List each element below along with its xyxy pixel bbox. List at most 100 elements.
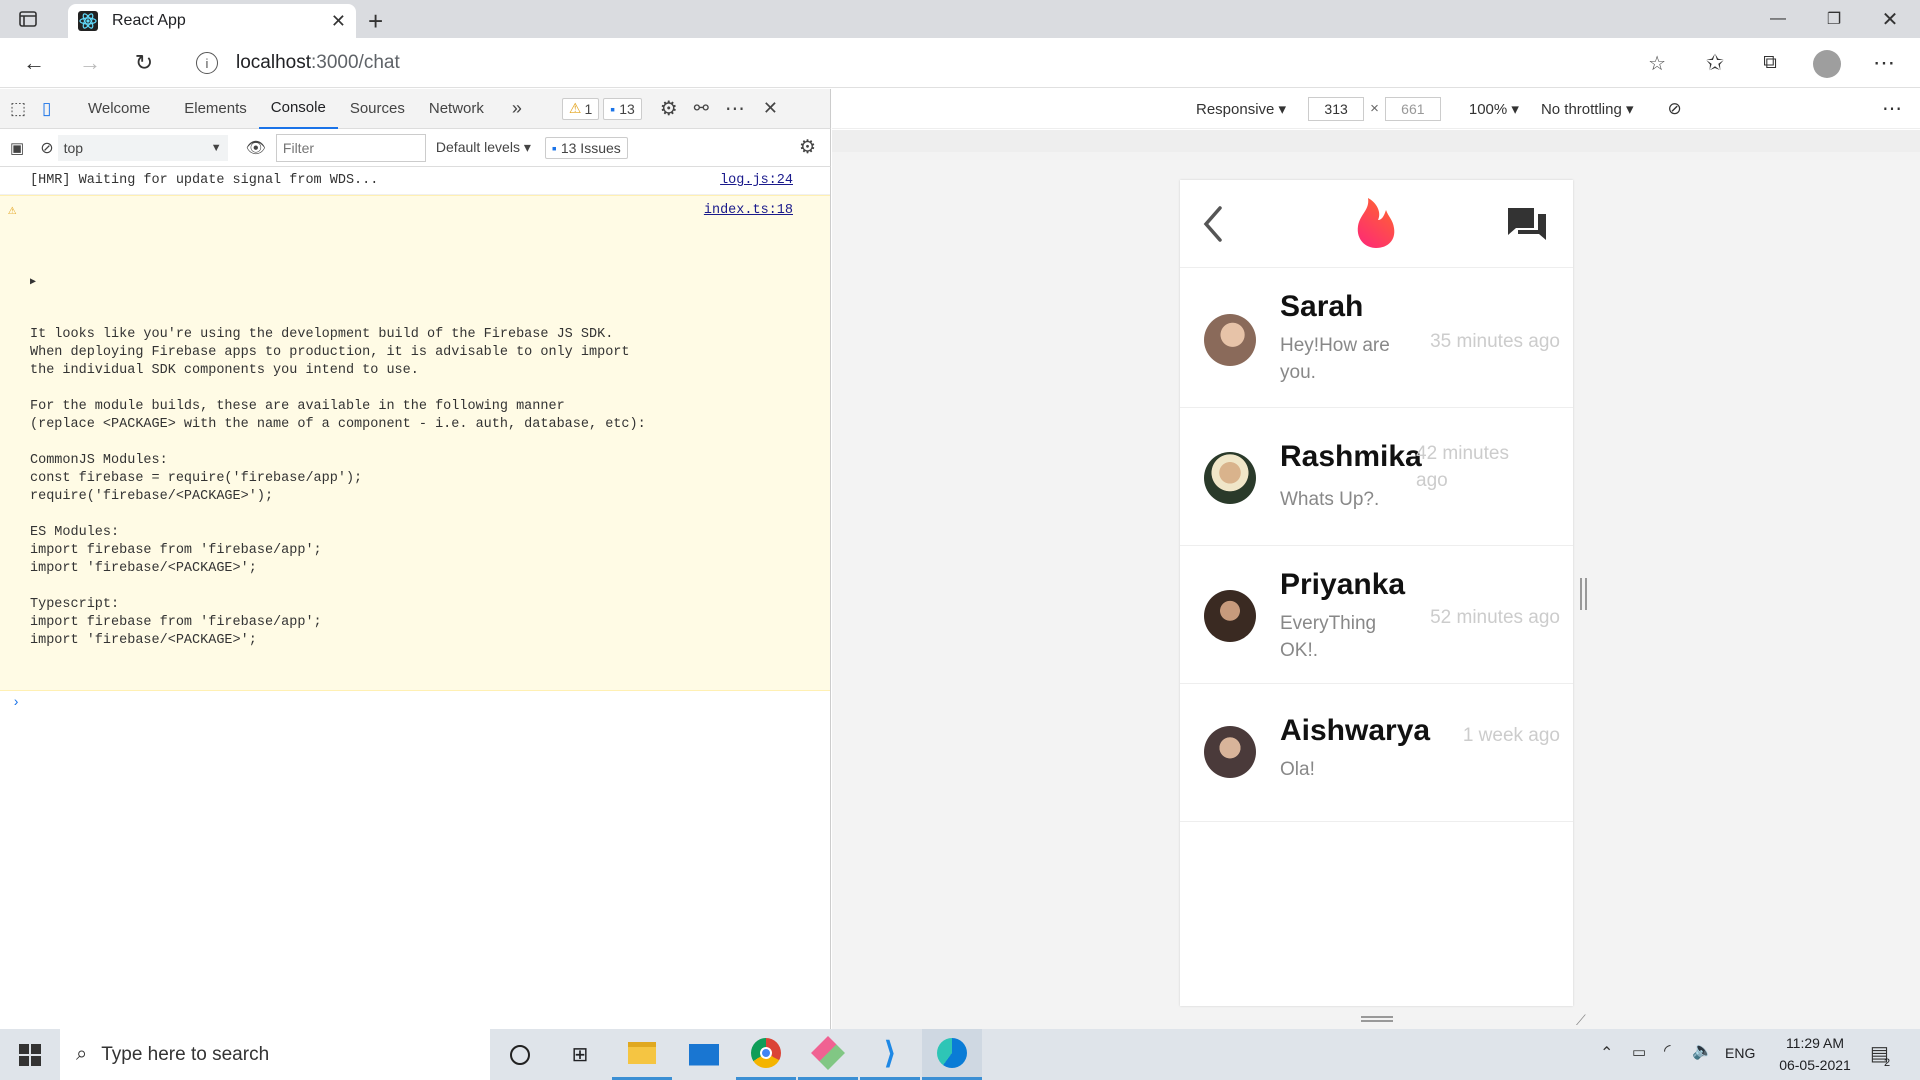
console-filter-input[interactable]	[275, 133, 426, 162]
tab-welcome[interactable]: Welcome	[76, 89, 162, 129]
log-source-link[interactable]: log.js:24	[720, 173, 793, 188]
chat-bubbles-icon[interactable]	[1506, 206, 1548, 251]
back-icon[interactable]: ←	[16, 46, 52, 80]
chat-row[interactable]: Aishwarya Ola! 1 week ago	[1180, 684, 1573, 822]
warning-text: It looks like you're using the developme…	[30, 327, 646, 648]
language-indicator[interactable]: ENG	[1725, 1045, 1755, 1061]
chat-name: Priyanka	[1280, 568, 1406, 601]
react-favicon-icon	[78, 11, 98, 31]
add-favorite-icon[interactable]: ☆	[1648, 51, 1666, 76]
collections-icon[interactable]: ⧉	[1752, 46, 1788, 80]
viewport-width-resize-handle[interactable]	[1580, 578, 1587, 610]
clear-console-icon[interactable]: ⊘	[40, 138, 53, 158]
rotate-icon[interactable]: ⊘	[1668, 99, 1682, 119]
clock-time[interactable]: 11:29 AM	[1772, 1035, 1858, 1051]
viewport-height-resize-handle[interactable]	[1361, 1016, 1393, 1022]
avatar[interactable]	[1204, 452, 1256, 504]
windows-taskbar: ⌕ Type here to search ⊞ ⟩ ⌃ ▭ ◜ 🔈 ENG 11…	[0, 1029, 1920, 1080]
inspect-element-icon[interactable]: ⬚	[10, 99, 32, 119]
console-log-entry: [HMR] Waiting for update signal from WDS…	[0, 167, 830, 195]
chat-row[interactable]: Priyanka EveryThing OK!. 52 minutes ago	[1180, 546, 1573, 684]
restore-icon[interactable]: ❐	[1806, 0, 1862, 38]
cortana-icon[interactable]	[490, 1029, 550, 1080]
mail-icon[interactable]	[674, 1029, 734, 1080]
windows-start-icon[interactable]	[0, 1029, 60, 1080]
more-tabs-icon[interactable]: »	[512, 98, 522, 119]
warnings-badge[interactable]: ⚠ 1	[561, 97, 600, 120]
tab-actions-icon[interactable]	[18, 9, 38, 29]
avatar[interactable]	[1204, 314, 1256, 366]
media-query-ruler	[832, 130, 1920, 152]
clock-date[interactable]: 06-05-2021	[1766, 1057, 1864, 1073]
sidebar-toggle-icon[interactable]: ▣	[10, 139, 24, 157]
chrome-icon[interactable]	[736, 1029, 796, 1080]
devtools-toolbar: ⬚ ▯ Welcome Elements Console Sources Net…	[0, 89, 831, 129]
more-options-icon[interactable]: ⋯	[1866, 46, 1902, 80]
task-view-icon[interactable]: ⊞	[550, 1029, 610, 1080]
console-warning-entry: ⚠ index.ts:18 ▶ It looks like you're usi…	[0, 195, 830, 691]
tab-title: React App	[112, 12, 186, 29]
expand-arrow-icon[interactable]: ▶	[30, 274, 830, 290]
avatar[interactable]	[1204, 726, 1256, 778]
vscode-icon[interactable]: ⟩	[860, 1029, 920, 1080]
browser-tab-active[interactable]: React App ✕	[68, 4, 356, 38]
network-icon[interactable]: ◜	[1664, 1041, 1671, 1061]
address-bar[interactable]: i localhost:3000/chat ☆	[180, 44, 1682, 82]
log-levels-label: Default levels	[435, 139, 520, 155]
back-arrow-icon[interactable]	[1200, 204, 1224, 249]
messages-count: 13	[619, 100, 635, 117]
remote-devices-icon[interactable]: ⚯	[694, 98, 709, 119]
zoom-label: 100%	[1468, 100, 1508, 118]
device-toolbar-icon[interactable]: ▯	[42, 99, 64, 119]
context-select[interactable]: top ▼	[57, 134, 228, 161]
git-tool-icon[interactable]	[798, 1029, 858, 1080]
device-mode-select[interactable]: Responsive ▾	[1196, 100, 1286, 118]
warning-source-link[interactable]: index.ts:18	[704, 202, 793, 220]
favorites-icon[interactable]: ✩	[1697, 46, 1733, 80]
show-hidden-icons-icon[interactable]: ⌃	[1600, 1043, 1613, 1063]
forward-icon[interactable]: →	[72, 46, 108, 80]
tab-console[interactable]: Console	[258, 89, 338, 129]
issues-button[interactable]: ▪ 13 Issues	[544, 136, 628, 159]
new-tab-icon[interactable]: +	[368, 6, 383, 37]
chat-row[interactable]: Sarah Hey!How are you. 35 minutes ago	[1180, 270, 1573, 408]
chat-message: Whats Up?.	[1280, 489, 1380, 510]
flame-logo-icon[interactable]	[1354, 196, 1398, 255]
console-settings-icon[interactable]: ⚙	[799, 136, 816, 159]
profile-avatar-icon[interactable]	[1813, 50, 1841, 78]
minimize-icon[interactable]: —	[1750, 0, 1806, 38]
console-prompt[interactable]: ›	[0, 691, 830, 715]
devtools-more-icon[interactable]: ⋯	[725, 96, 745, 121]
chat-message: EveryThing OK!.	[1280, 613, 1377, 661]
taskbar-search-box[interactable]: ⌕ Type here to search	[60, 1029, 490, 1080]
messages-badge[interactable]: ▪ 13	[603, 97, 642, 120]
battery-icon[interactable]: ▭	[1632, 1043, 1646, 1061]
close-window-icon[interactable]: ✕	[1862, 0, 1918, 38]
tab-elements[interactable]: Elements	[172, 89, 259, 129]
device-mode-label: Responsive	[1196, 100, 1275, 118]
viewport-height-input[interactable]: 661	[1384, 96, 1441, 121]
close-devtools-icon[interactable]: ✕	[763, 98, 778, 119]
throttling-select[interactable]: No throttling ▾	[1541, 100, 1634, 118]
live-expression-icon[interactable]: 👁	[246, 138, 266, 158]
volume-icon[interactable]: 🔈	[1692, 1041, 1713, 1061]
viewport-width-input[interactable]: 313	[1308, 96, 1365, 121]
tab-sources[interactable]: Sources	[338, 89, 417, 129]
settings-icon[interactable]: ⚙	[660, 96, 678, 121]
tab-network[interactable]: Network	[417, 89, 496, 129]
app-header	[1180, 180, 1573, 268]
edge-icon[interactable]	[922, 1029, 982, 1080]
close-tab-icon[interactable]: ✕	[331, 11, 346, 32]
file-explorer-icon[interactable]	[612, 1029, 672, 1080]
reload-icon[interactable]: ↻	[126, 46, 162, 80]
zoom-select[interactable]: 100% ▾	[1469, 100, 1519, 118]
chat-time: 52 minutes ago	[1430, 607, 1560, 628]
throttling-label: No throttling	[1540, 100, 1622, 118]
log-levels-select[interactable]: Default levels ▾	[436, 139, 531, 156]
device-toolbar-more-icon[interactable]: ⋯	[1882, 96, 1902, 121]
site-info-icon[interactable]: i	[196, 52, 218, 74]
avatar[interactable]	[1204, 590, 1256, 642]
viewport-corner-resize-handle[interactable]: ⟋	[1576, 1012, 1586, 1029]
chat-message: Hey!How are you.	[1280, 335, 1390, 383]
chat-row[interactable]: Rashmika Whats Up?. 42 minutes ago	[1180, 408, 1573, 546]
